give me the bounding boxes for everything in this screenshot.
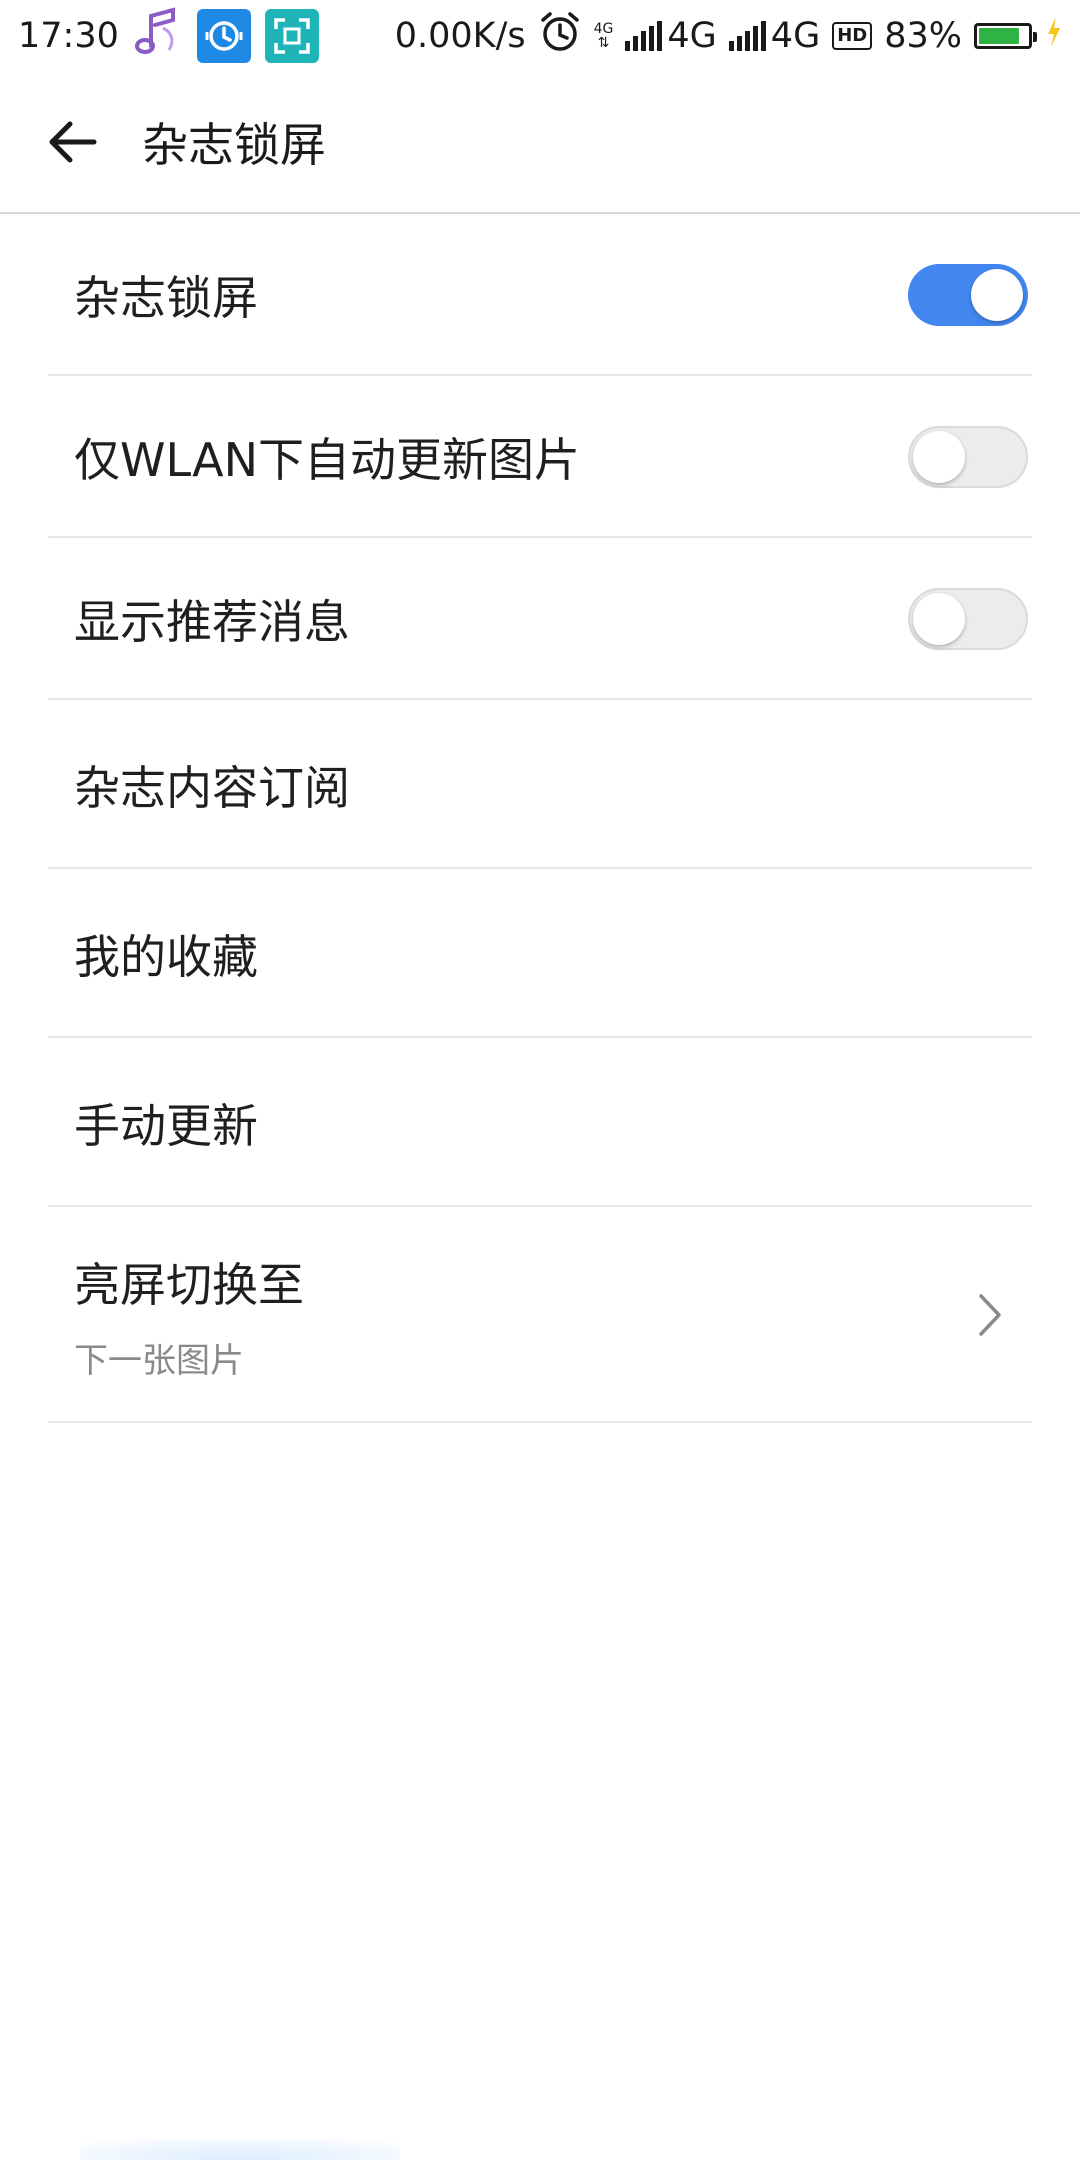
network-type-2: 4G bbox=[770, 16, 821, 56]
clock-app-icon bbox=[196, 9, 251, 63]
battery-percent: 83% bbox=[884, 16, 962, 56]
toggle-knob bbox=[971, 269, 1023, 321]
status-time: 17:30 bbox=[18, 16, 119, 56]
signal-icon bbox=[625, 21, 665, 51]
battery-fill bbox=[979, 28, 1019, 44]
setting-label: 我的收藏 bbox=[74, 929, 258, 984]
charging-icon bbox=[1046, 16, 1062, 56]
arrow-left-icon bbox=[49, 121, 97, 163]
setting-label: 手动更新 bbox=[74, 1098, 258, 1153]
status-bar-left: 17:30 bbox=[18, 6, 333, 67]
setting-row-screen-on-switch[interactable]: 亮屏切换至 下一张图片 bbox=[0, 1207, 1080, 1423]
toggle-switch-magazine-lockscreen[interactable] bbox=[908, 264, 1028, 326]
setting-row-manual-update[interactable]: 手动更新 bbox=[0, 1038, 1080, 1207]
toggle-switch-wlan-only-update[interactable] bbox=[908, 426, 1028, 488]
music-note-icon bbox=[133, 6, 183, 67]
setting-label: 亮屏切换至 bbox=[74, 1257, 304, 1312]
tiny-arrows: ⇅ bbox=[597, 35, 610, 51]
setting-label: 显示推荐消息 bbox=[74, 595, 350, 649]
alarm-icon bbox=[538, 10, 582, 63]
net-speed: 0.00K/s bbox=[394, 16, 526, 56]
toggle-knob bbox=[913, 593, 965, 645]
network-type-1: 4G bbox=[667, 16, 717, 56]
chevron-right-icon bbox=[970, 1285, 1010, 1345]
setting-row-my-favorites[interactable]: 我的收藏 bbox=[0, 869, 1080, 1038]
toggle-knob bbox=[913, 431, 965, 483]
setting-label: 杂志锁屏 bbox=[74, 271, 258, 325]
page-title: 杂志锁屏 bbox=[142, 118, 326, 172]
setting-row-wlan-only-update[interactable]: 仅WLAN下自动更新图片 bbox=[0, 376, 1080, 538]
setting-label: 仅WLAN下自动更新图片 bbox=[74, 433, 581, 487]
signal-icon bbox=[728, 21, 769, 51]
data-arrows-icon: 4G ⇅ bbox=[594, 22, 614, 50]
bottom-glow bbox=[80, 2140, 400, 2160]
back-button[interactable] bbox=[36, 106, 108, 178]
scan-app-icon bbox=[264, 9, 319, 63]
toggle-switch-show-recommendations[interactable] bbox=[908, 588, 1028, 650]
status-bar: 17:30 0.00K/s 4G ⇅ 4G 4G HD 83% bbox=[0, 0, 1080, 72]
status-bar-right: 0.00K/s 4G ⇅ 4G 4G HD 83% bbox=[383, 10, 1062, 63]
setting-value: 下一张图片 bbox=[74, 1340, 244, 1381]
toolbar: 杂志锁屏 bbox=[0, 72, 1080, 214]
setting-label: 杂志内容订阅 bbox=[74, 760, 350, 815]
setting-row-magazine-lockscreen[interactable]: 杂志锁屏 bbox=[0, 214, 1080, 376]
battery-icon bbox=[974, 23, 1037, 49]
setting-row-show-recommendations[interactable]: 显示推荐消息 bbox=[0, 538, 1080, 700]
settings-list: 杂志锁屏 仅WLAN下自动更新图片 显示推荐消息 杂志内容订阅 我的收藏 手动更… bbox=[0, 214, 1080, 1423]
hd-badge: HD bbox=[832, 22, 873, 50]
setting-row-content-subscription[interactable]: 杂志内容订阅 bbox=[0, 700, 1080, 869]
tiny-4g-label: 4G bbox=[593, 21, 614, 37]
